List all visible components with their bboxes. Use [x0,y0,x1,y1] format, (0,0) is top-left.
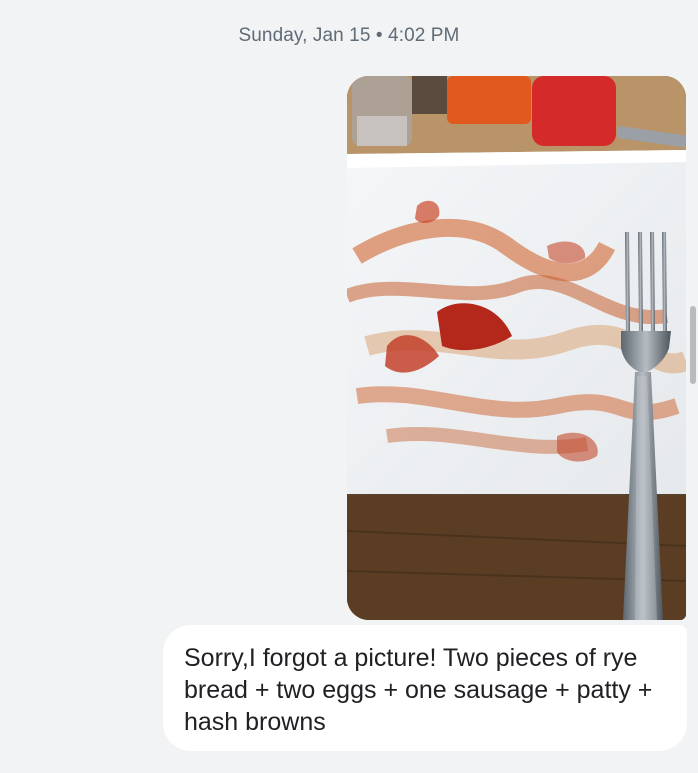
plate-photo [347,76,686,620]
message-bubble[interactable]: Sorry,I forgot a picture! Two pieces of … [163,625,687,751]
scrollbar-thumb[interactable] [690,306,696,384]
message-timestamp: Sunday, Jan 15 • 4:02 PM [238,25,460,46]
message-text: Sorry,I forgot a picture! Two pieces of … [184,644,653,736]
photo-message[interactable] [347,76,686,620]
scrollbar-track[interactable] [688,0,698,773]
